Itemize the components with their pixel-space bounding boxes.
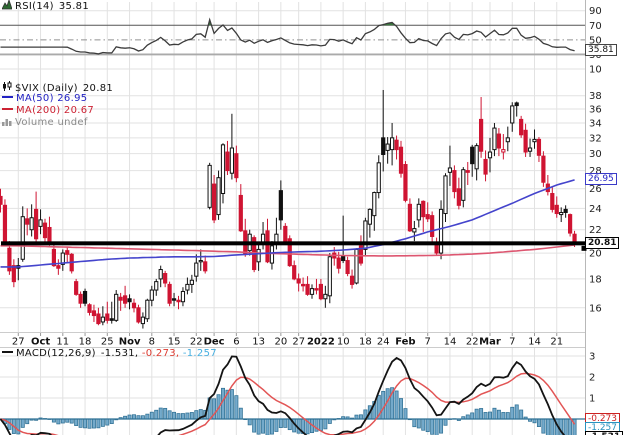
volume-bars-icon <box>2 117 12 130</box>
main-legend: $VIX (Daily) 20.81 MA(50) 26.95 MA(200) 2… <box>2 81 113 129</box>
svg-text:20: 20 <box>275 337 288 348</box>
svg-text:20: 20 <box>589 249 602 260</box>
macd-legend: MACD(12,26,9) -1.531, -0.273, -1.257 <box>2 348 217 360</box>
svg-text:26: 26 <box>589 184 602 195</box>
svg-text:6: 6 <box>233 337 239 348</box>
svg-text:36: 36 <box>589 104 602 115</box>
svg-text:14: 14 <box>528 337 541 348</box>
rsi-legend-value: 35.81 <box>58 1 90 12</box>
svg-text:32: 32 <box>589 133 602 144</box>
svg-text:2022: 2022 <box>307 337 335 348</box>
svg-text:14: 14 <box>444 337 457 348</box>
ma50-line-icon <box>2 96 13 98</box>
svg-text:Mar: Mar <box>479 337 501 348</box>
svg-text:10: 10 <box>589 65 602 76</box>
svg-text:1: 1 <box>589 394 595 405</box>
svg-text:18: 18 <box>589 274 602 285</box>
macd-line-badge: -1.531 <box>585 431 624 435</box>
rsi-legend: RSI(14) 35.81 <box>1 0 90 14</box>
rsi-area-icon <box>1 0 13 14</box>
svg-text:90: 90 <box>589 6 602 17</box>
svg-text:Nov: Nov <box>119 337 141 348</box>
svg-text:Dec: Dec <box>204 337 225 348</box>
ma50-legend: MA(50) 26.95 <box>16 93 88 104</box>
svg-text:27: 27 <box>292 337 305 348</box>
macd-legend-label: MACD(12,26,9) <box>16 348 96 359</box>
svg-text:7: 7 <box>509 337 515 348</box>
svg-text:30: 30 <box>589 149 602 160</box>
macd-value: -1.531, <box>100 348 139 359</box>
chart-window: 9070503010383634323028262422201816321027… <box>0 0 626 435</box>
svg-text:7: 7 <box>425 337 431 348</box>
svg-text:34: 34 <box>589 118 602 129</box>
svg-text:27: 27 <box>12 337 25 348</box>
svg-text:13: 13 <box>252 337 265 348</box>
rsi-value-badge: 35.81 <box>585 44 617 56</box>
svg-text:8: 8 <box>149 337 155 348</box>
ma200-line-icon <box>2 108 13 110</box>
ma200-legend: MA(200) 20.67 <box>16 105 95 116</box>
macd-hist-value: -1.257 <box>182 348 217 359</box>
svg-text:38: 38 <box>589 91 602 102</box>
volume-legend: Volume undef <box>15 117 88 128</box>
svg-text:11: 11 <box>56 337 69 348</box>
last-price-label: 20.81 <box>82 83 114 94</box>
right-axis-labels: 90705030103836343230282624222018163210 <box>589 6 602 425</box>
ma50-value-badge: 26.95 <box>585 173 617 185</box>
svg-text:15: 15 <box>168 337 181 348</box>
svg-text:Feb: Feb <box>395 337 415 348</box>
macd-line-icon <box>2 351 13 353</box>
svg-text:22: 22 <box>589 225 602 236</box>
svg-text:18: 18 <box>79 337 92 348</box>
price-badge: 20.81 <box>585 237 620 249</box>
svg-text:10: 10 <box>337 337 350 348</box>
svg-text:24: 24 <box>377 337 390 348</box>
svg-text:21: 21 <box>550 337 563 348</box>
svg-text:22: 22 <box>190 337 203 348</box>
macd-plot-area[interactable] <box>0 348 585 435</box>
svg-text:70: 70 <box>589 21 602 32</box>
svg-text:25: 25 <box>101 337 114 348</box>
rsi-legend-label: RSI(14) <box>15 1 54 12</box>
svg-text:2: 2 <box>589 373 595 384</box>
macd-signal-value: -0.273, <box>141 348 180 359</box>
svg-text:22: 22 <box>466 337 479 348</box>
svg-text:18: 18 <box>359 337 372 348</box>
svg-text:3: 3 <box>589 352 595 363</box>
svg-text:24: 24 <box>589 204 602 215</box>
x-axis-labels: 27 Oct 11 18 25 Nov 8 15 22 Dec 6 13 20 27 2022 10 18 24 F… <box>12 337 563 348</box>
svg-text:16: 16 <box>589 303 602 314</box>
svg-text:Oct: Oct <box>31 337 50 348</box>
